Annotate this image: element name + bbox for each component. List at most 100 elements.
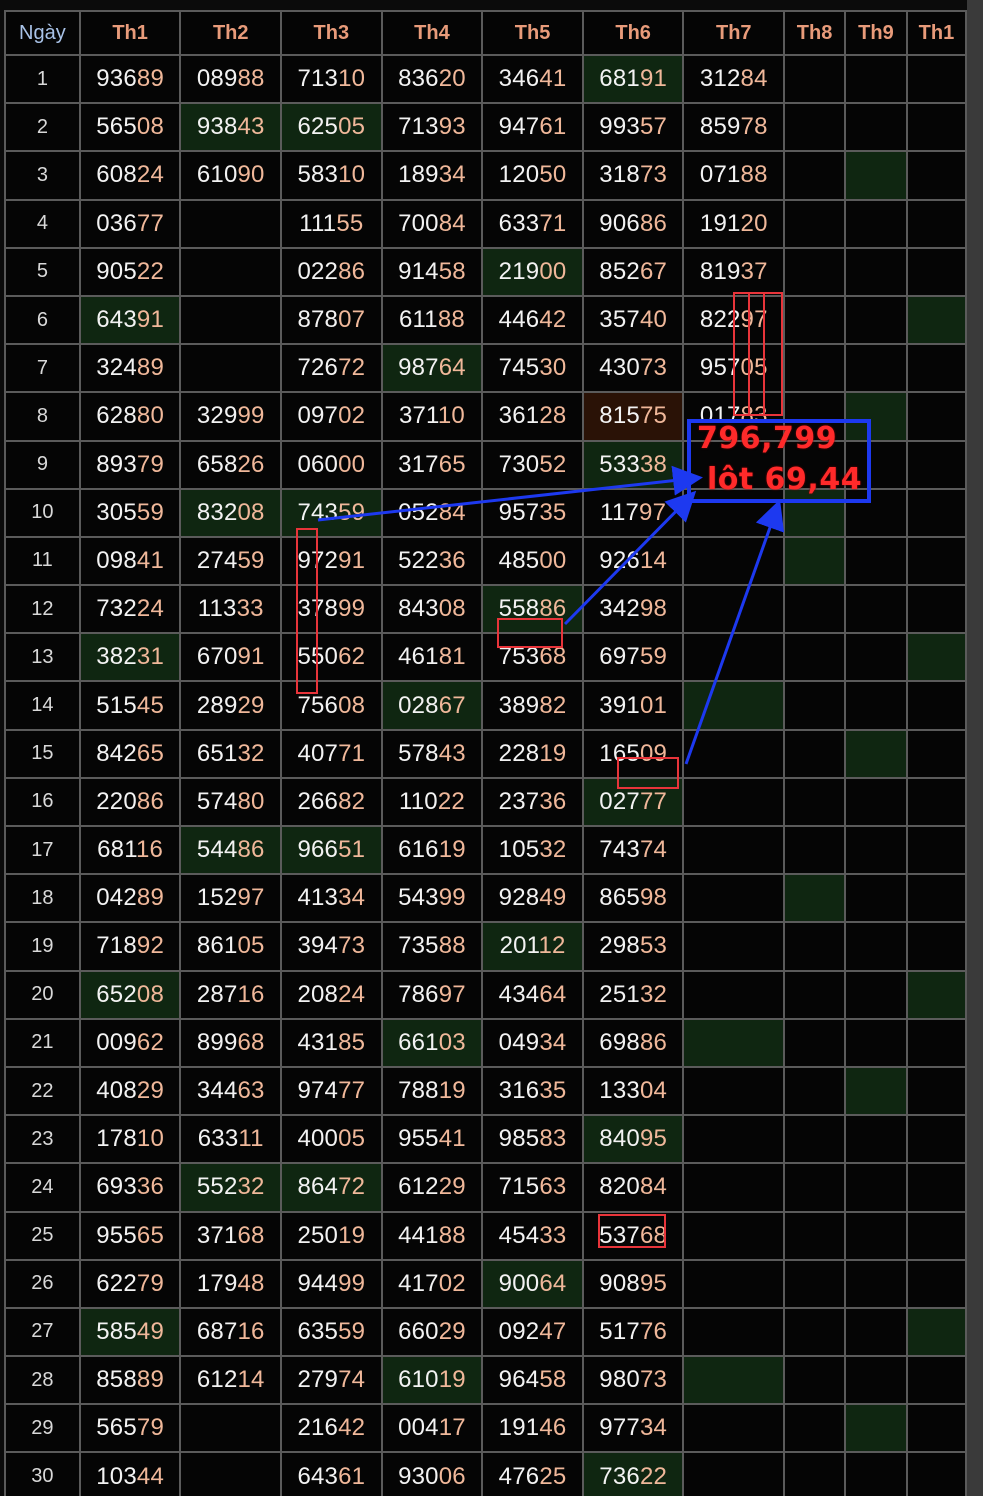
result-cell[interactable]: 55232 xyxy=(179,1162,283,1213)
result-cell[interactable]: 51545 xyxy=(78,680,182,731)
result-cell[interactable]: 32999 xyxy=(179,391,283,442)
result-cell[interactable] xyxy=(682,776,786,828)
result-cell[interactable] xyxy=(905,969,967,1020)
result-cell[interactable]: 83208 xyxy=(179,487,283,538)
result-cell[interactable] xyxy=(905,102,967,153)
result-cell[interactable] xyxy=(783,1306,847,1358)
result-cell[interactable] xyxy=(844,53,908,105)
result-cell[interactable] xyxy=(905,1065,967,1117)
result-cell[interactable]: 40829 xyxy=(78,1065,182,1117)
result-cell[interactable] xyxy=(179,294,283,346)
result-cell[interactable]: 54399 xyxy=(380,873,484,924)
result-cell[interactable] xyxy=(844,487,908,538)
result-cell[interactable]: 61090 xyxy=(179,150,283,201)
result-cell[interactable]: 84095 xyxy=(581,1114,685,1165)
result-cell[interactable] xyxy=(905,680,967,731)
result-cell[interactable]: 31765 xyxy=(380,439,484,490)
result-cell[interactable]: 51776 xyxy=(581,1306,685,1358)
result-cell[interactable]: 68716 xyxy=(179,1306,283,1358)
result-cell[interactable]: 90522 xyxy=(78,246,182,297)
result-cell[interactable]: 39101 xyxy=(581,680,685,731)
result-cell[interactable]: 84308 xyxy=(380,584,484,635)
result-cell[interactable]: 68191 xyxy=(581,53,685,105)
result-cell[interactable]: 37168 xyxy=(179,1210,283,1261)
result-cell[interactable]: 09702 xyxy=(280,391,383,442)
result-cell[interactable] xyxy=(905,728,967,779)
result-cell[interactable]: 18934 xyxy=(380,150,484,201)
result-cell[interactable]: 20824 xyxy=(280,969,383,1020)
result-cell[interactable] xyxy=(844,1306,908,1358)
result-cell[interactable]: 31284 xyxy=(682,53,786,105)
result-cell[interactable]: 97291 xyxy=(280,535,383,587)
result-cell[interactable] xyxy=(682,728,786,779)
result-cell[interactable]: 82084 xyxy=(581,1162,685,1213)
result-cell[interactable]: 69886 xyxy=(581,1017,685,1068)
result-cell[interactable]: 25132 xyxy=(581,969,685,1020)
result-cell[interactable]: 34463 xyxy=(179,1065,283,1117)
result-cell[interactable] xyxy=(905,487,967,538)
result-cell[interactable]: 19120 xyxy=(682,198,786,249)
result-cell[interactable]: 31635 xyxy=(481,1065,584,1117)
result-cell[interactable]: 04934 xyxy=(481,1017,584,1068)
result-cell[interactable] xyxy=(682,921,786,972)
result-cell[interactable]: 56508 xyxy=(78,102,182,153)
result-cell[interactable] xyxy=(682,1355,786,1406)
month-header[interactable]: Th8 xyxy=(783,10,847,56)
result-cell[interactable] xyxy=(783,1258,847,1309)
result-cell[interactable]: 53338 xyxy=(581,439,685,490)
month-header[interactable]: Th1 xyxy=(905,10,967,56)
result-cell[interactable] xyxy=(905,1114,967,1165)
result-cell[interactable]: 71393 xyxy=(380,102,484,153)
result-cell[interactable]: 73224 xyxy=(78,584,182,635)
result-cell[interactable] xyxy=(905,873,967,924)
result-cell[interactable]: 61188 xyxy=(380,294,484,346)
result-cell[interactable]: 69759 xyxy=(581,632,685,683)
result-cell[interactable]: 90895 xyxy=(581,1258,685,1309)
results-table-viewport[interactable]: Ngày Th1 Th2 Th3 Th4 Th5 Th6 Th7 Th8 Th9… xyxy=(0,0,967,1496)
result-cell[interactable]: 62880 xyxy=(78,391,182,442)
result-cell[interactable] xyxy=(905,1162,967,1213)
result-cell[interactable]: 46181 xyxy=(380,632,484,683)
result-cell[interactable] xyxy=(783,246,847,297)
result-cell[interactable]: 78697 xyxy=(380,969,484,1020)
result-cell[interactable] xyxy=(783,1403,847,1454)
result-cell[interactable]: 86105 xyxy=(179,921,283,972)
result-cell[interactable]: 56579 xyxy=(78,1403,182,1454)
result-cell[interactable] xyxy=(844,198,908,249)
result-cell[interactable]: 09247 xyxy=(481,1306,584,1358)
result-cell[interactable]: 40771 xyxy=(280,728,383,779)
result-cell[interactable] xyxy=(844,1210,908,1261)
result-cell[interactable]: 03677 xyxy=(78,198,182,249)
result-cell[interactable]: 11333 xyxy=(179,584,283,635)
result-cell[interactable]: 96458 xyxy=(481,1355,584,1406)
result-cell[interactable]: 81575 xyxy=(581,391,685,442)
result-cell[interactable]: 72672 xyxy=(280,343,383,394)
result-cell[interactable] xyxy=(783,391,847,442)
result-cell[interactable]: 95735 xyxy=(481,487,584,538)
result-cell[interactable] xyxy=(905,776,967,828)
result-cell[interactable] xyxy=(783,150,847,201)
result-cell[interactable]: 65826 xyxy=(179,439,283,490)
result-cell[interactable]: 91458 xyxy=(380,246,484,297)
result-cell[interactable]: 00417 xyxy=(380,1403,484,1454)
result-cell[interactable]: 60824 xyxy=(78,150,182,201)
result-cell[interactable]: 84265 xyxy=(78,728,182,779)
result-cell[interactable]: 34641 xyxy=(481,53,584,105)
result-cell[interactable]: 17948 xyxy=(179,1258,283,1309)
result-cell[interactable]: 75608 xyxy=(280,680,383,731)
result-cell[interactable] xyxy=(905,921,967,972)
result-cell[interactable] xyxy=(682,1451,786,1496)
result-cell[interactable]: 38231 xyxy=(78,632,182,683)
result-cell[interactable] xyxy=(905,632,967,683)
result-cell[interactable] xyxy=(844,632,908,683)
result-cell[interactable]: 95705 xyxy=(682,343,786,394)
result-cell[interactable] xyxy=(783,487,847,538)
result-cell[interactable]: 87807 xyxy=(280,294,383,346)
result-cell[interactable]: 90686 xyxy=(581,198,685,249)
result-cell[interactable]: 71563 xyxy=(481,1162,584,1213)
result-cell[interactable] xyxy=(682,824,786,876)
result-cell[interactable]: 15297 xyxy=(179,873,283,924)
result-cell[interactable] xyxy=(905,150,967,201)
result-cell[interactable] xyxy=(783,439,847,490)
result-cell[interactable] xyxy=(783,198,847,249)
